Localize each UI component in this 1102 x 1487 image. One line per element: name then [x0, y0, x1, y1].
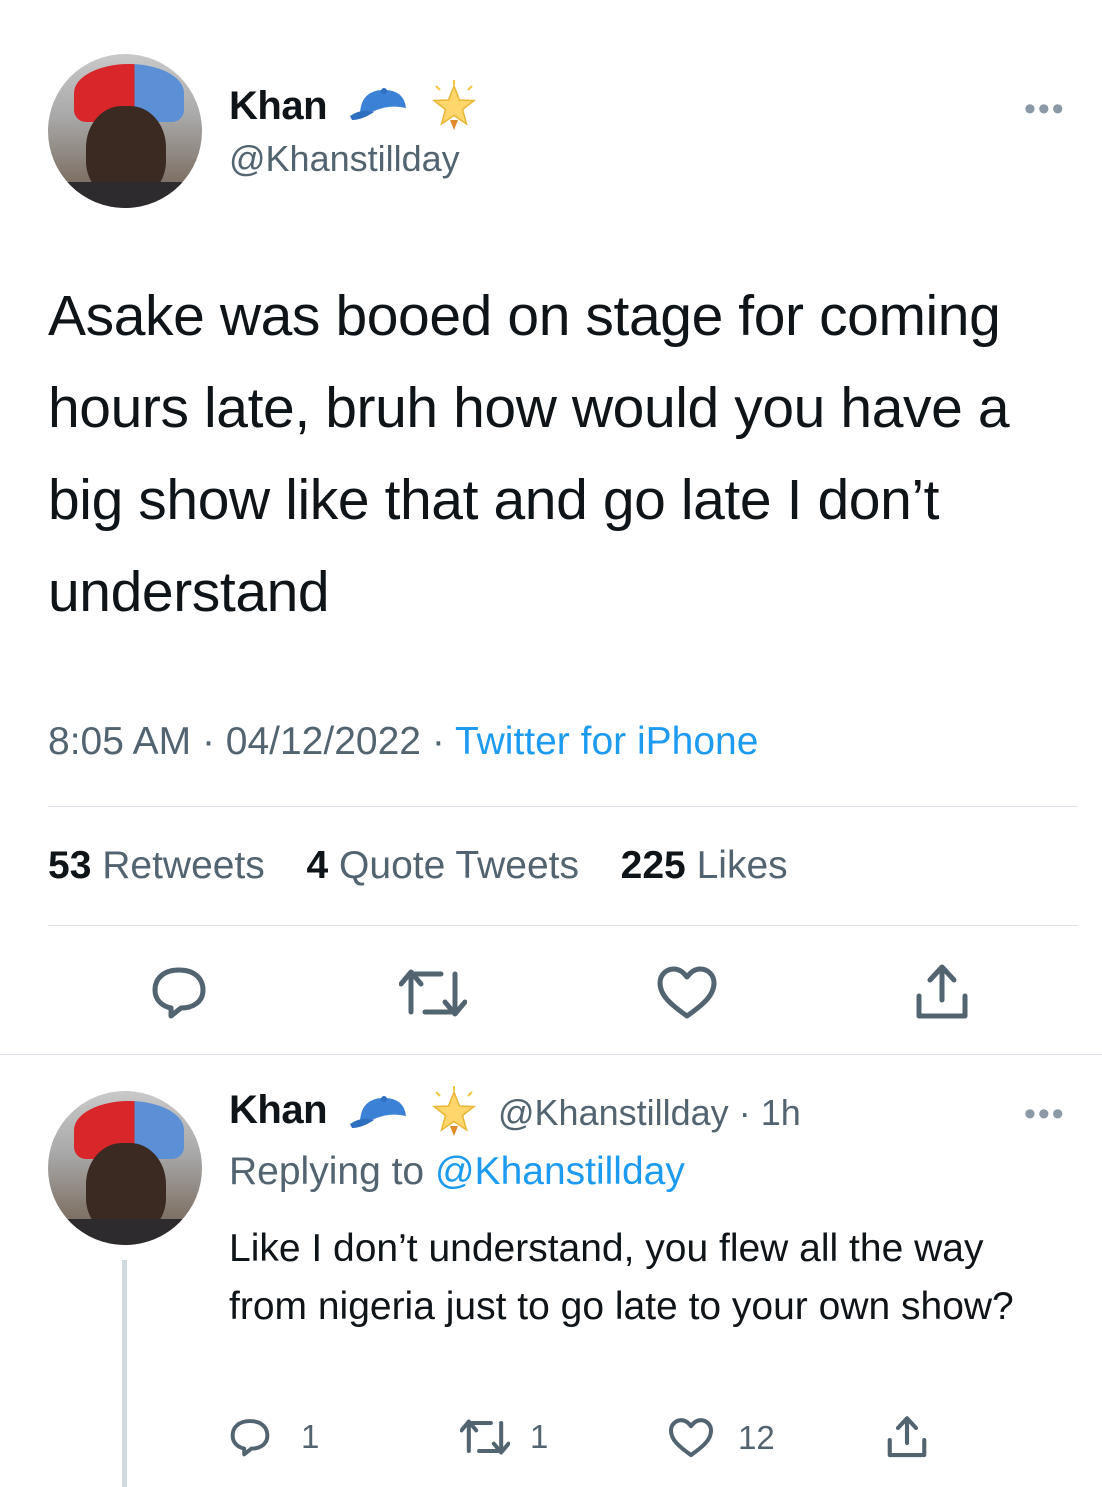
meta-separator: ·	[201, 720, 226, 763]
cap-emoji-icon	[350, 1096, 406, 1128]
tweet-time: 8:05 AM	[48, 720, 192, 763]
reply-header: Khan	[229, 1088, 328, 1133]
reply-author-handle[interactable]: @Khanstillday	[498, 1092, 729, 1133]
reply-action-like[interactable]: 12	[668, 1418, 775, 1458]
replying-to-handle-link[interactable]: @Khanstillday	[435, 1150, 685, 1193]
author-handle[interactable]: @Khanstillday	[229, 138, 460, 180]
like-icon[interactable]	[656, 966, 718, 1020]
more-options-button[interactable]: •••	[1024, 90, 1066, 129]
reply-count: 1	[301, 1418, 320, 1455]
cap-emoji-icon	[350, 88, 406, 120]
reply-more-options-button[interactable]: •••	[1024, 1095, 1066, 1134]
like-count: 12	[738, 1419, 775, 1456]
tweet-date: 04/12/2022	[225, 720, 421, 763]
author-avatar[interactable]	[48, 54, 202, 208]
divider	[48, 806, 1078, 807]
retweet-count: 1	[530, 1418, 549, 1455]
meta-separator: ·	[738, 1092, 751, 1133]
retweet-icon[interactable]	[399, 968, 467, 1018]
reply-age[interactable]: 1h	[761, 1092, 801, 1133]
replying-to: Replying to @Khanstillday	[229, 1150, 685, 1194]
like-icon[interactable]	[668, 1418, 714, 1458]
star-emoji-icon	[431, 80, 477, 130]
meta-separator: ·	[431, 720, 455, 763]
quote-tweets-stat[interactable]: 4 Quote Tweets	[307, 844, 579, 887]
share-icon[interactable]	[914, 962, 970, 1022]
tweet-text: Asake was booed on stage for coming hour…	[48, 284, 1010, 624]
retweet-icon[interactable]	[460, 1418, 510, 1456]
reply-meta: @Khanstillday · 1h	[498, 1092, 801, 1134]
replying-to-label: Replying to	[229, 1150, 425, 1193]
tweet-source-link[interactable]: Twitter for iPhone	[455, 720, 758, 763]
engagement-stats: 53 Retweets 4 Quote Tweets 225 Likes	[48, 844, 788, 888]
reply-action-retweet[interactable]: 1	[460, 1418, 548, 1456]
reply-icon[interactable]	[150, 964, 208, 1020]
retweets-stat[interactable]: 53 Retweets	[48, 844, 265, 887]
reply-author-name[interactable]: Khan	[229, 1088, 328, 1132]
reply-text: Like I don’t understand, you flew all th…	[229, 1227, 1014, 1328]
share-icon[interactable]	[886, 1414, 928, 1460]
reply-author-avatar[interactable]	[48, 1091, 202, 1245]
likes-stat[interactable]: 225 Likes	[621, 844, 788, 887]
reply-action-reply[interactable]: 1	[229, 1416, 319, 1458]
divider	[48, 925, 1078, 926]
tweet-meta: 8:05 AM · 04/12/2022 · Twitter for iPhon…	[48, 720, 758, 764]
reply-icon[interactable]	[229, 1416, 271, 1458]
author-name[interactable]: Khan	[229, 84, 328, 129]
divider	[0, 1054, 1102, 1055]
star-emoji-icon	[431, 1086, 477, 1136]
thread-connector-line	[122, 1260, 127, 1487]
